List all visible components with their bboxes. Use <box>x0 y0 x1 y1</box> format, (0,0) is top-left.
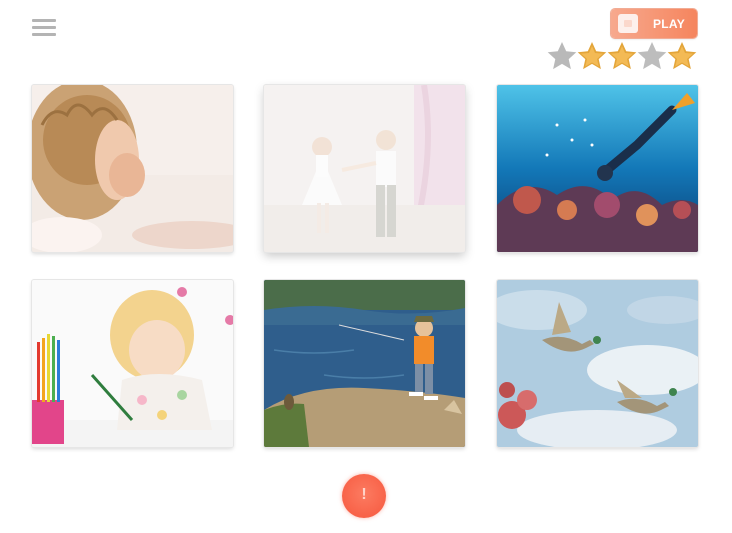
girl-drawing-image <box>32 280 233 447</box>
image-tile-boy-fishing[interactable] <box>264 280 465 447</box>
menu-button[interactable] <box>32 19 56 37</box>
children-dancing-image <box>264 85 465 252</box>
play-button[interactable]: PLAY <box>611 9 697 38</box>
image-tile-girl-drawing[interactable] <box>32 280 233 447</box>
flying-ducks-image <box>497 280 698 447</box>
image-tile-child-hiding-face[interactable] <box>32 85 233 252</box>
star-icon-5[interactable] <box>667 41 697 71</box>
alert-button-label: ! <box>361 486 367 503</box>
game-screen: PLAY ! <box>0 0 732 533</box>
star-icon-3[interactable] <box>607 41 637 71</box>
image-tile-children-dancing[interactable] <box>264 85 465 252</box>
star-icon-1[interactable] <box>547 41 577 71</box>
scuba-diver-image <box>497 85 698 252</box>
image-tile-scuba-diver[interactable] <box>497 85 698 252</box>
play-icon <box>618 14 638 33</box>
image-tile-flying-ducks[interactable] <box>497 280 698 447</box>
alert-button[interactable]: ! <box>342 474 386 518</box>
star-icon-2[interactable] <box>577 41 607 71</box>
boy-fishing-image <box>264 280 465 447</box>
star-icon-4[interactable] <box>637 41 667 71</box>
play-button-label: PLAY <box>653 17 686 31</box>
star-rating <box>547 41 699 71</box>
child-hiding-face-image <box>32 85 233 252</box>
